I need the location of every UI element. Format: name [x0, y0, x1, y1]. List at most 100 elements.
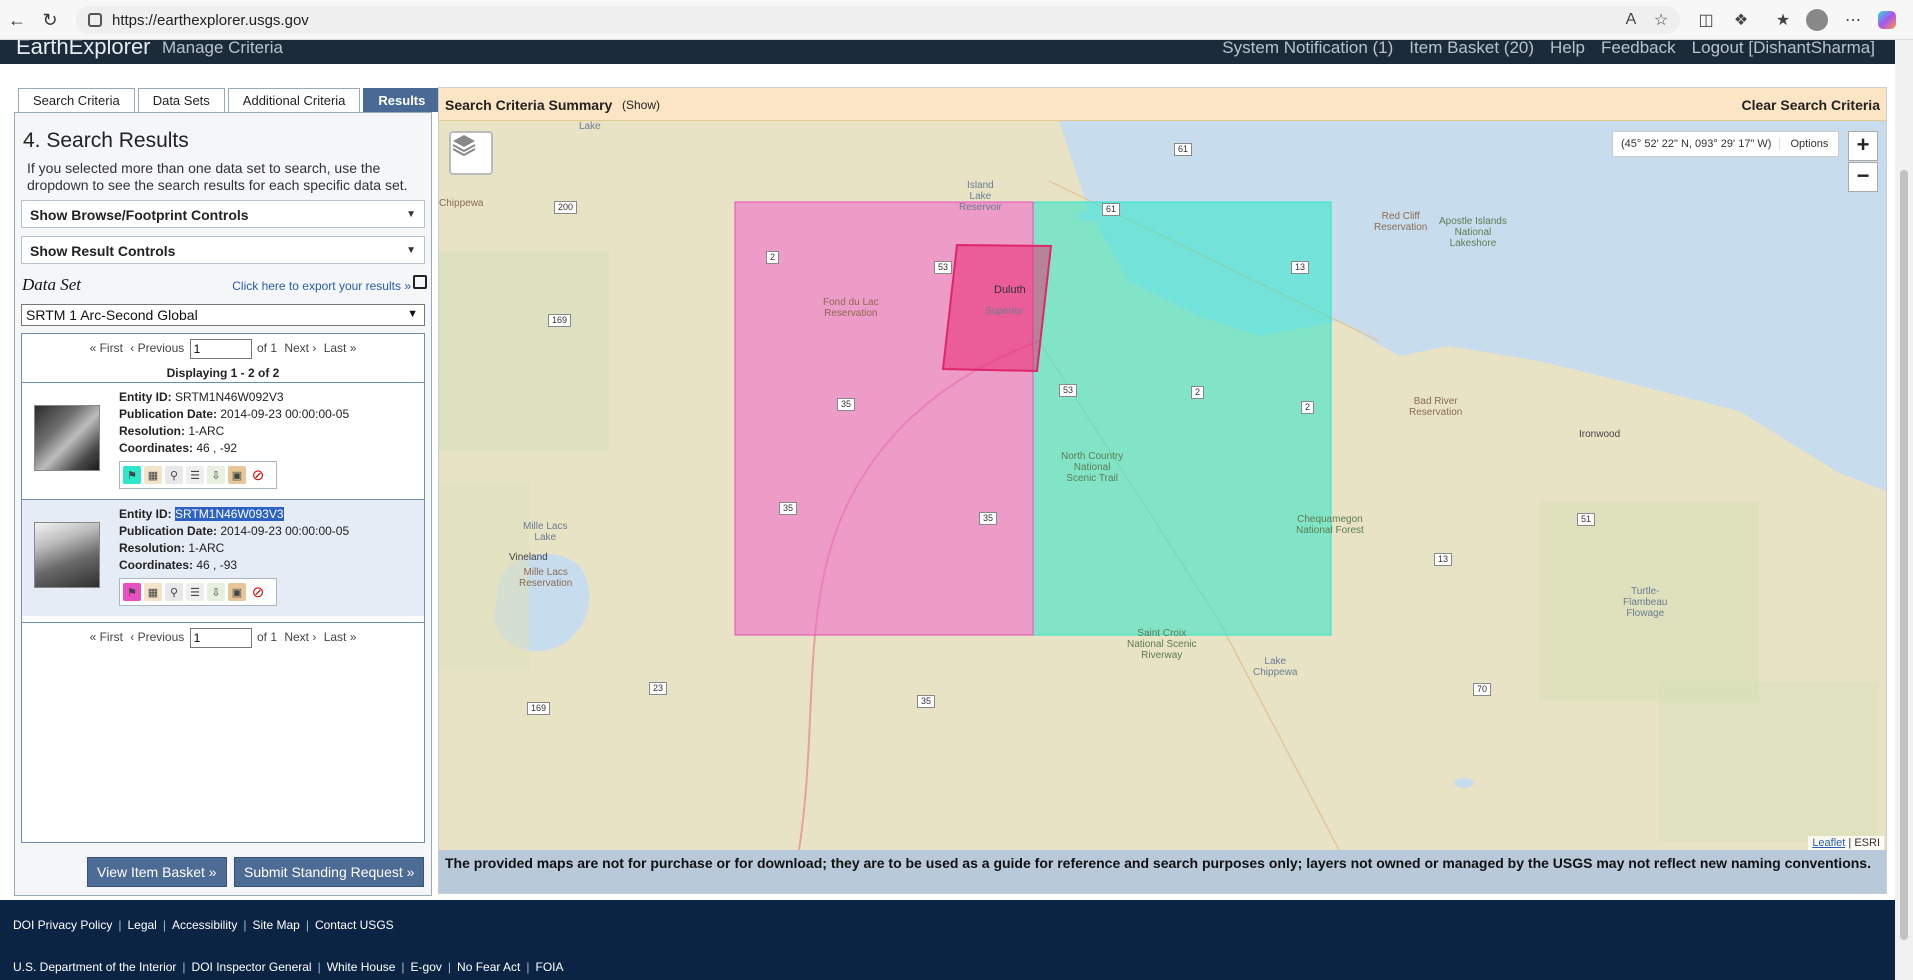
footer-link-contact[interactable]: Contact USGS [315, 918, 394, 932]
map-label-ironwood: Ironwood [1579, 429, 1621, 440]
footprint-icon[interactable]: ⚑ [123, 466, 141, 484]
favorites-icon[interactable]: ★ [1768, 6, 1798, 34]
add-to-basket-icon[interactable]: ▣ [228, 583, 246, 601]
route-shield: 2 [1191, 386, 1205, 399]
pager-last-link[interactable]: Last » [324, 630, 357, 644]
logout-link[interactable]: Logout [DishantSharma] [1692, 40, 1875, 58]
footer-link-egov[interactable]: E-gov [411, 960, 442, 974]
compare-icon[interactable]: ☰ [186, 583, 204, 601]
scrollbar-thumb[interactable] [1900, 170, 1908, 940]
publication-date-value: 2014-09-23 00:00:00-05 [220, 407, 350, 421]
export-results-link[interactable]: Click here to export your results » [232, 279, 411, 293]
help-link[interactable]: Help [1550, 40, 1585, 58]
more-menu-icon[interactable]: ⋯ [1838, 6, 1868, 34]
summary-show-link[interactable]: (Show) [622, 98, 660, 112]
download-icon[interactable]: ⇩ [207, 466, 225, 484]
extensions-icon[interactable]: ❖ [1726, 6, 1756, 34]
map-label-mille-lacs-reservation: Mille Lacs Reservation [519, 567, 573, 589]
footer-link-inspector[interactable]: DOI Inspector General [192, 960, 312, 974]
browse-footprint-controls-toggle[interactable]: Show Browse/Footprint Controls ▼ [21, 200, 425, 228]
map-canvas[interactable]: Duluth Superior Lake Fond du Lac Reserva… [439, 121, 1886, 850]
site-info-icon[interactable] [88, 13, 102, 27]
footer-link-nofear[interactable]: No Fear Act [457, 960, 520, 974]
coordinates-label: Coordinates: [119, 441, 194, 455]
map-label-lake: Lake [579, 121, 601, 132]
summary-title: Search Criteria Summary [445, 97, 613, 113]
compare-icon[interactable]: ☰ [186, 466, 204, 484]
result-row[interactable]: Entity ID: SRTM1N46W092V3 Publication Da… [22, 382, 424, 499]
tab-data-sets[interactable]: Data Sets [137, 88, 225, 112]
back-icon[interactable]: ← [0, 3, 34, 37]
pager-of-total: of 1 [256, 341, 277, 356]
map-container: Search Criteria Summary (Show) Clear Sea… [438, 87, 1887, 894]
copilot-icon[interactable] [1872, 6, 1902, 34]
footer-link-whitehouse[interactable]: White House [327, 960, 396, 974]
external-link-icon[interactable] [413, 275, 427, 289]
leaflet-link[interactable]: Leaflet [1812, 837, 1845, 849]
results-description: If you selected more than one data set t… [27, 160, 408, 193]
coordinate-readout: (45° 52' 22" N, 093° 29' 17" W) Options [1612, 131, 1840, 157]
clear-search-criteria-button[interactable]: Clear Search Criteria [1741, 97, 1880, 113]
footer-links-primary: DOI Privacy Policy | Legal | Accessibility… [13, 918, 394, 932]
show-metadata-icon[interactable]: ⚲ [165, 583, 183, 601]
exclude-icon[interactable]: ⊘ [249, 466, 267, 484]
footer-link-privacy[interactable]: DOI Privacy Policy [13, 918, 112, 932]
feedback-link[interactable]: Feedback [1601, 40, 1676, 58]
manage-criteria-link[interactable]: Manage Criteria [162, 40, 283, 58]
pager-first-link[interactable]: « First [90, 341, 123, 355]
page-scrollbar[interactable] [1895, 40, 1913, 980]
profile-avatar[interactable] [1802, 6, 1832, 34]
pager-bottom: « First ‹ Previous of 1 Next › Last » [22, 622, 424, 648]
pager-previous-link[interactable]: ‹ Previous [130, 630, 184, 644]
footer-separator: | [317, 960, 321, 974]
pager-first-link[interactable]: « First [90, 630, 123, 644]
browse-overlay-icon[interactable]: ▦ [144, 583, 162, 601]
download-icon[interactable]: ⇩ [207, 583, 225, 601]
layers-button[interactable] [449, 131, 493, 175]
address-bar[interactable]: https://earthexplorer.usgs.gov [76, 6, 1680, 34]
footer-link-accessibility[interactable]: Accessibility [172, 918, 237, 932]
route-shield: 200 [554, 201, 578, 214]
pager-last-link[interactable]: Last » [324, 341, 357, 355]
footer-link-legal[interactable]: Legal [127, 918, 156, 932]
browse-thumbnail[interactable] [34, 522, 100, 588]
browse-overlay-icon[interactable]: ▦ [144, 466, 162, 484]
view-item-basket-button[interactable]: View Item Basket » [87, 857, 227, 887]
map-options-button[interactable]: Options [1780, 138, 1838, 150]
pager-next-link[interactable]: Next › [284, 630, 316, 644]
add-to-basket-icon[interactable]: ▣ [228, 466, 246, 484]
pager-top: « First ‹ Previous of 1 Next › Last » [22, 339, 424, 359]
zoom-out-button[interactable]: − [1848, 162, 1878, 192]
site-logo[interactable]: EarthExplorer [16, 40, 151, 60]
tab-results[interactable]: Results [363, 88, 441, 112]
page-number-input[interactable] [189, 339, 252, 359]
result-controls-toggle[interactable]: Show Result Controls ▼ [21, 236, 425, 264]
footer-link-foia[interactable]: FOIA [536, 960, 564, 974]
exclude-icon[interactable]: ⊘ [249, 583, 267, 601]
browse-thumbnail[interactable] [34, 405, 100, 471]
footer-link-doi[interactable]: U.S. Department of the Interior [13, 960, 176, 974]
footer-link-sitemap[interactable]: Site Map [252, 918, 299, 932]
reading-view-icon[interactable]: ◫ [1691, 6, 1721, 34]
submit-standing-request-button[interactable]: Submit Standing Request » [234, 857, 425, 887]
page-number-input[interactable] [189, 628, 252, 648]
result-row[interactable]: Entity ID: SRTM1N46W093V3 Publication Da… [22, 499, 424, 616]
refresh-icon[interactable]: ↻ [33, 3, 67, 37]
footprint-icon[interactable]: ⚑ [123, 583, 141, 601]
system-notification-link[interactable]: System Notification (1) [1222, 40, 1393, 58]
route-shield: 13 [1434, 553, 1453, 566]
tab-additional-criteria[interactable]: Additional Criteria [227, 88, 361, 112]
pager-next-link[interactable]: Next › [284, 341, 316, 355]
show-metadata-icon[interactable]: ⚲ [165, 466, 183, 484]
tab-search-criteria[interactable]: Search Criteria [18, 88, 135, 112]
read-aloud-icon[interactable]: A [1616, 6, 1646, 34]
footer-separator: | [182, 960, 186, 974]
entity-id-line: Entity ID: SRTM1N46W092V3 [119, 390, 284, 404]
search-criteria-summary-bar: Search Criteria Summary (Show) Clear Sea… [439, 88, 1886, 121]
pager-previous-link[interactable]: ‹ Previous [130, 341, 184, 355]
dataset-select[interactable]: SRTM 1 Arc-Second Global ▼ [21, 304, 425, 326]
favorite-star-icon[interactable]: ☆ [1646, 6, 1676, 34]
item-basket-link[interactable]: Item Basket (20) [1409, 40, 1534, 58]
zoom-in-button[interactable]: + [1848, 131, 1878, 161]
publication-date-line: Publication Date: 2014-09-23 00:00:00-05 [119, 407, 349, 421]
